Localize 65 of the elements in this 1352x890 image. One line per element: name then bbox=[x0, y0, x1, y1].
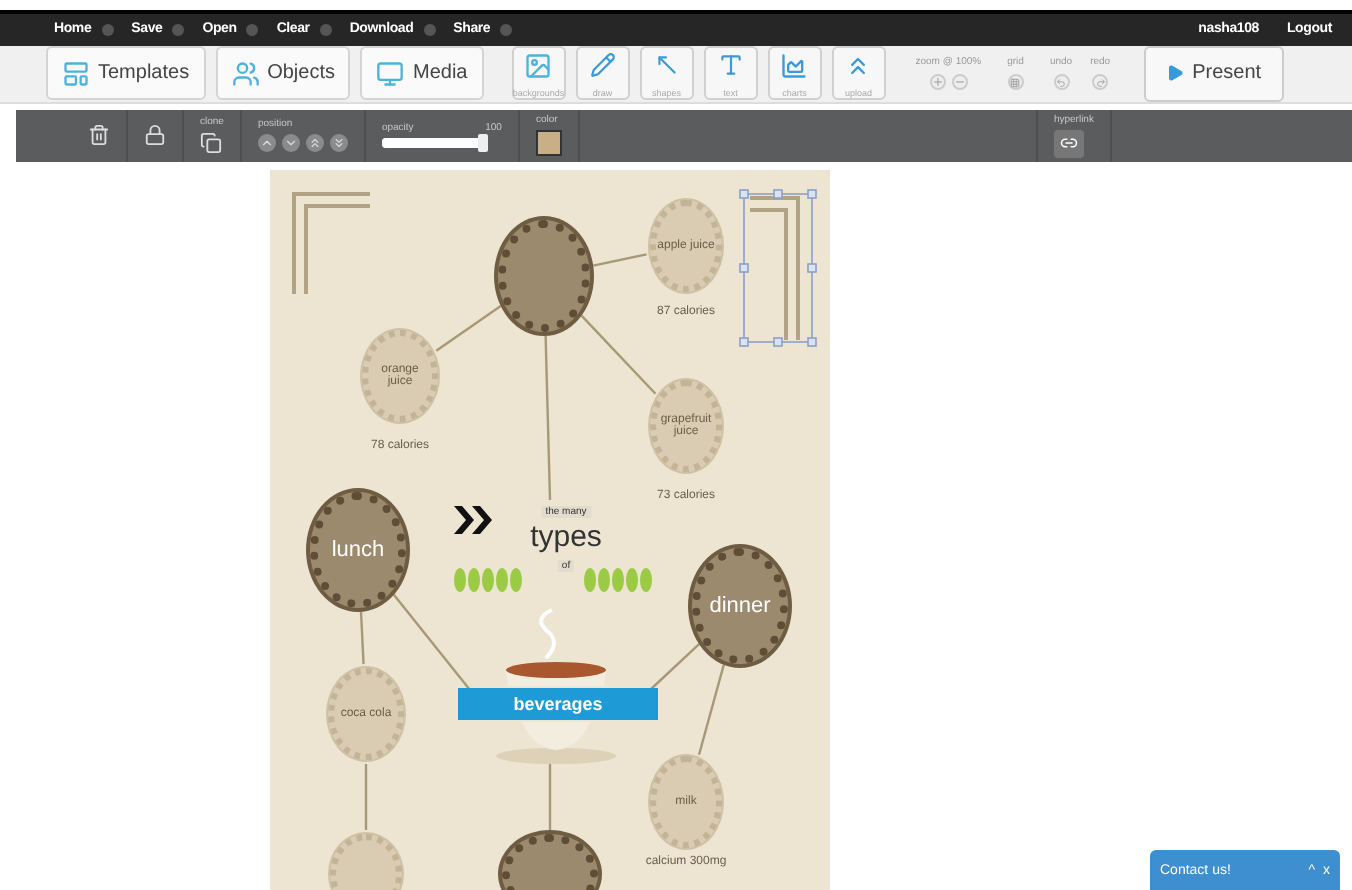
grid-icon bbox=[1010, 77, 1021, 88]
drink-circle[interactable] bbox=[330, 834, 402, 890]
zoom-out-button[interactable] bbox=[951, 74, 968, 91]
chevron-icon bbox=[454, 506, 492, 534]
corner-bracket bbox=[292, 192, 372, 296]
redo-icon bbox=[1095, 77, 1106, 88]
move-down-button[interactable] bbox=[281, 134, 300, 153]
connector-line bbox=[580, 314, 657, 395]
bring-to-front-button[interactable] bbox=[305, 134, 324, 153]
meal-circle[interactable]: lunch bbox=[310, 492, 406, 608]
dropdown-icon[interactable] bbox=[172, 23, 185, 36]
panel-button[interactable]: Objects bbox=[215, 46, 351, 101]
send-to-back-button[interactable] bbox=[329, 134, 348, 153]
meal-circle[interactable] bbox=[498, 220, 590, 332]
undo-button[interactable] bbox=[1053, 74, 1070, 91]
meal-circle[interactable]: dinner bbox=[692, 548, 788, 664]
lock-icon[interactable] bbox=[144, 124, 166, 147]
hyperlink-button[interactable] bbox=[1053, 129, 1084, 158]
people-icon bbox=[231, 59, 260, 88]
pencil-icon bbox=[589, 52, 616, 79]
panel-button[interactable]: Templates bbox=[46, 46, 206, 101]
minus-icon bbox=[953, 76, 966, 89]
panel-button[interactable]: Media bbox=[360, 46, 484, 101]
trash-icon[interactable] bbox=[88, 124, 110, 147]
opacity-slider[interactable] bbox=[381, 138, 486, 149]
steam-drawing bbox=[539, 608, 556, 660]
connector-line bbox=[359, 611, 365, 665]
zoom-in-button[interactable] bbox=[929, 74, 946, 91]
saucer-drawing bbox=[496, 722, 616, 764]
chevron-up-icon bbox=[259, 136, 274, 151]
grid-button[interactable] bbox=[1007, 74, 1024, 91]
slider-thumb[interactable] bbox=[477, 134, 488, 153]
dropdown-icon[interactable] bbox=[423, 23, 436, 36]
poster-title: types bbox=[530, 520, 602, 554]
monitor-icon bbox=[376, 59, 405, 88]
dropdown-icon[interactable] bbox=[319, 23, 332, 36]
area-chart-icon bbox=[780, 52, 809, 81]
corner-bracket[interactable] bbox=[748, 196, 800, 342]
connector-line bbox=[435, 305, 502, 352]
connector-line bbox=[364, 764, 368, 830]
chevron-down-icon bbox=[283, 136, 298, 151]
ribbon-banner: beverages bbox=[458, 688, 658, 720]
dropdown-icon[interactable] bbox=[500, 23, 513, 36]
picture-icon bbox=[524, 52, 553, 81]
dropdown-icon[interactable] bbox=[246, 23, 259, 36]
connector-line bbox=[392, 594, 471, 691]
text-icon bbox=[717, 52, 744, 79]
meal-circle[interactable] bbox=[502, 834, 598, 890]
undo-icon bbox=[1056, 77, 1067, 88]
arrow-icon bbox=[653, 52, 680, 79]
redo-button[interactable] bbox=[1092, 74, 1109, 91]
color-swatch[interactable] bbox=[535, 130, 562, 157]
play-icon bbox=[1166, 64, 1185, 83]
template-icon bbox=[62, 59, 90, 88]
double-chevron-up-icon bbox=[307, 136, 322, 151]
dropdown-icon[interactable] bbox=[101, 23, 114, 36]
double-chevron-down-icon bbox=[331, 136, 346, 151]
plus-icon bbox=[931, 76, 944, 89]
move-up-button[interactable] bbox=[257, 134, 276, 153]
clone-icon[interactable] bbox=[200, 132, 222, 155]
present-button[interactable]: Present bbox=[1144, 45, 1284, 102]
connector-line bbox=[593, 253, 647, 267]
selection-frame[interactable] bbox=[739, 189, 817, 347]
link-icon bbox=[1059, 134, 1078, 153]
coffee-cup-drawing bbox=[506, 662, 606, 686]
